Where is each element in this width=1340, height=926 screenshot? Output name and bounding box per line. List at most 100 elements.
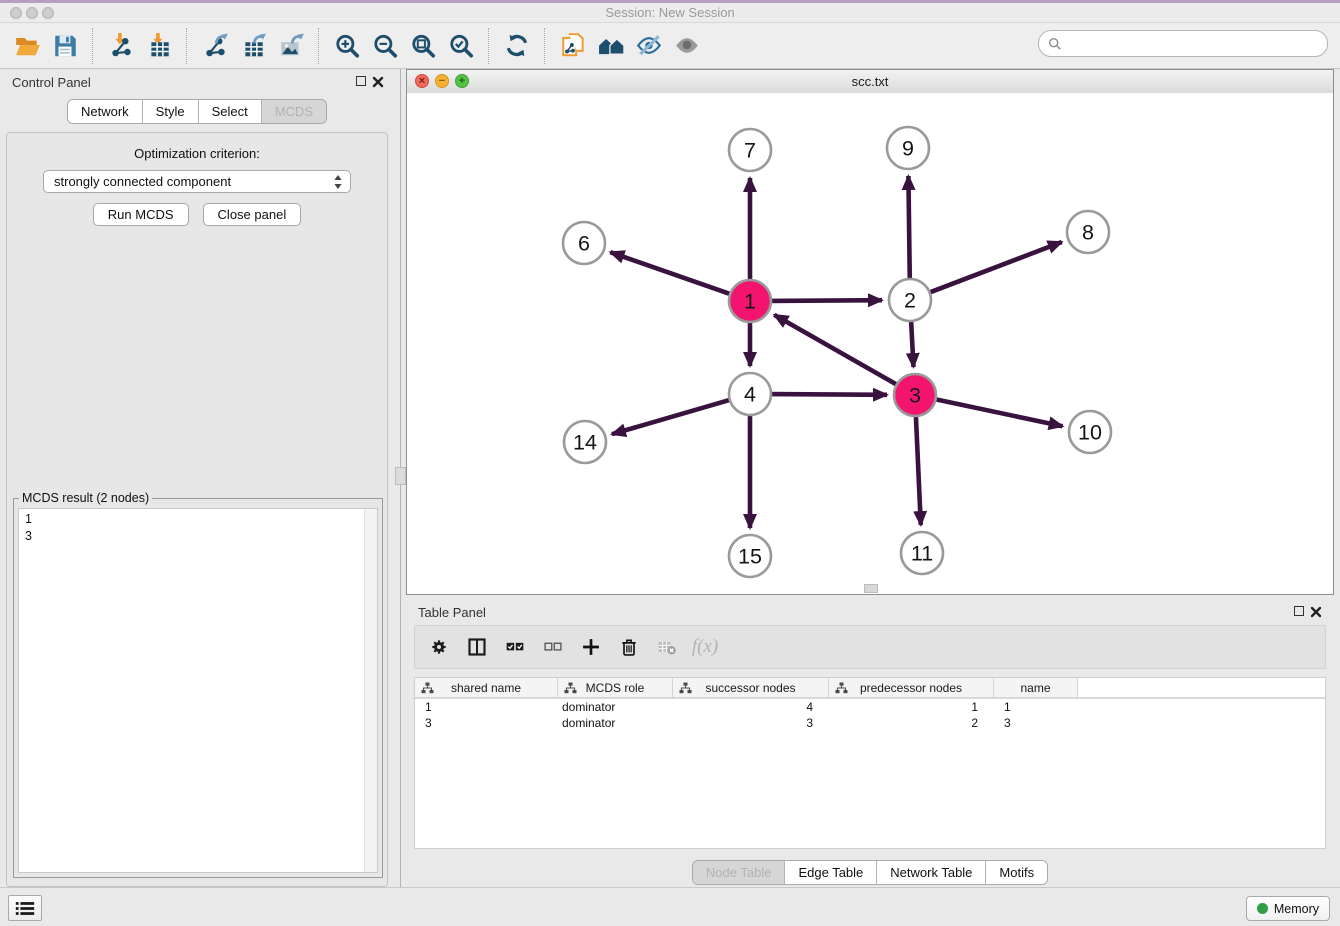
graph-node-1[interactable]: 1 [729, 280, 771, 322]
deselect-all-icon [543, 637, 563, 657]
float-icon[interactable] [356, 76, 366, 86]
graph-edge-3-10[interactable] [934, 399, 1063, 426]
zoom-in-button[interactable] [330, 29, 364, 63]
tab-node-table[interactable]: Node Table [693, 861, 785, 884]
graph-edge-2-3[interactable] [911, 319, 914, 367]
memory-button[interactable]: Memory [1246, 896, 1330, 921]
table-cell: 2 [829, 715, 994, 731]
mcds-result-textarea[interactable]: 1 3 [18, 508, 378, 873]
zoom-selected-button[interactable] [444, 29, 478, 63]
export-image-button[interactable] [274, 29, 308, 63]
graph-node-15[interactable]: 15 [729, 535, 771, 577]
search-input[interactable] [1066, 33, 1327, 55]
graph-edge-1-6[interactable] [610, 252, 732, 295]
list-icon [14, 900, 36, 917]
float-icon[interactable] [1294, 606, 1304, 616]
network-graph[interactable]: 1 2 3 4 6 7 8 9 10 11 14 15 [407, 93, 1333, 594]
column-header-shared-name[interactable]: shared name [415, 678, 558, 697]
toolbar-separator [544, 28, 546, 64]
status-bar: Memory [0, 887, 1340, 926]
select-all-button[interactable] [503, 635, 527, 659]
search-box[interactable] [1038, 30, 1328, 57]
graph-node-3[interactable]: 3 [894, 374, 936, 416]
run-mcds-button[interactable]: Run MCDS [93, 203, 189, 226]
tab-network-table[interactable]: Network Table [876, 861, 985, 884]
graph-edge-4-14[interactable] [612, 399, 732, 434]
canvas-scroll-handle[interactable] [864, 584, 878, 593]
refresh-button[interactable] [500, 29, 534, 63]
table-cell: 3 [673, 715, 829, 731]
svg-text:9: 9 [902, 137, 914, 161]
network-canvas[interactable]: 1 2 3 4 6 7 8 9 10 11 14 15 [407, 93, 1333, 594]
column-header-predecessor-nodes[interactable]: predecessor nodes [829, 678, 994, 697]
graph-node-14[interactable]: 14 [564, 421, 606, 463]
tab-edge-table[interactable]: Edge Table [784, 861, 876, 884]
tab-mcds[interactable]: MCDS [261, 100, 326, 123]
application-window: Session: New Session Control Panel Netwo… [0, 0, 1340, 926]
export-network-button[interactable] [198, 29, 232, 63]
import-table-button[interactable] [142, 29, 176, 63]
graph-edge-2-9[interactable] [908, 176, 909, 281]
zoom-fit-button[interactable] [406, 29, 440, 63]
function-icon: f(x) [692, 636, 718, 658]
scrollbar[interactable] [364, 509, 377, 872]
save-button[interactable] [48, 29, 82, 63]
vertical-splitter[interactable] [394, 69, 406, 891]
trash-button[interactable] [617, 635, 641, 659]
table-row[interactable]: 1dominator411 [415, 699, 1325, 715]
gear-button[interactable] [427, 635, 451, 659]
table-cell: 1 [994, 699, 1078, 715]
graph-edge-3-11[interactable] [916, 414, 921, 525]
close-panel-button[interactable]: Close panel [203, 203, 302, 226]
svg-text:10: 10 [1078, 421, 1102, 445]
graph-edge-1-2[interactable] [769, 300, 882, 301]
table-cell: dominator [558, 715, 673, 731]
import-network-button[interactable] [104, 29, 138, 63]
add-button[interactable] [579, 635, 603, 659]
tab-network[interactable]: Network [68, 100, 142, 123]
graph-edge-4-3[interactable] [769, 394, 887, 395]
home-button[interactable] [594, 29, 628, 63]
table-cell: 4 [673, 699, 829, 715]
graph-node-6[interactable]: 6 [563, 222, 605, 264]
zoom-out-button[interactable] [368, 29, 402, 63]
hide-visual-button[interactable] [632, 29, 666, 63]
open-folder-button[interactable] [10, 29, 44, 63]
node-table[interactable]: shared nameMCDS rolesuccessor nodesprede… [414, 677, 1326, 849]
column-header-MCDS-role[interactable]: MCDS role [558, 678, 673, 697]
deselect-all-button[interactable] [541, 635, 565, 659]
graph-node-10[interactable]: 10 [1069, 411, 1111, 453]
tab-style[interactable]: Style [142, 100, 198, 123]
table-row[interactable]: 3dominator323 [415, 715, 1325, 731]
close-icon[interactable] [372, 75, 384, 87]
graph-node-11[interactable]: 11 [901, 532, 943, 574]
graph-edge-3-1[interactable] [774, 315, 898, 386]
task-history-button[interactable] [8, 895, 42, 921]
duplicate-network-icon [560, 32, 587, 59]
toolbar-separator [186, 28, 188, 64]
graph-node-9[interactable]: 9 [887, 127, 929, 169]
graph-node-2[interactable]: 2 [889, 279, 931, 321]
graph-node-7[interactable]: 7 [729, 129, 771, 171]
graph-node-4[interactable]: 4 [729, 373, 771, 415]
tab-select[interactable]: Select [198, 100, 261, 123]
splitter-handle[interactable] [395, 467, 406, 485]
duplicate-network-button[interactable] [556, 29, 590, 63]
graph-edge-2-8[interactable] [928, 242, 1062, 293]
zoom-out-icon [372, 32, 399, 59]
table-cell: 1 [829, 699, 994, 715]
column-header-successor-nodes[interactable]: successor nodes [673, 678, 829, 697]
mcds-result-text: 1 3 [25, 511, 361, 545]
toolbar-separator [318, 28, 320, 64]
delete-table-button [655, 635, 679, 659]
close-icon[interactable] [1310, 605, 1322, 617]
tab-motifs[interactable]: Motifs [985, 861, 1047, 884]
tree-icon [564, 682, 577, 694]
export-table-button[interactable] [236, 29, 270, 63]
column-header-name[interactable]: name [994, 678, 1078, 697]
columns-button[interactable] [465, 635, 489, 659]
criterion-select[interactable]: strongly connected component [43, 170, 351, 193]
graph-node-8[interactable]: 8 [1067, 211, 1109, 253]
toolbar-separator [92, 28, 94, 64]
svg-text:1: 1 [744, 290, 756, 314]
